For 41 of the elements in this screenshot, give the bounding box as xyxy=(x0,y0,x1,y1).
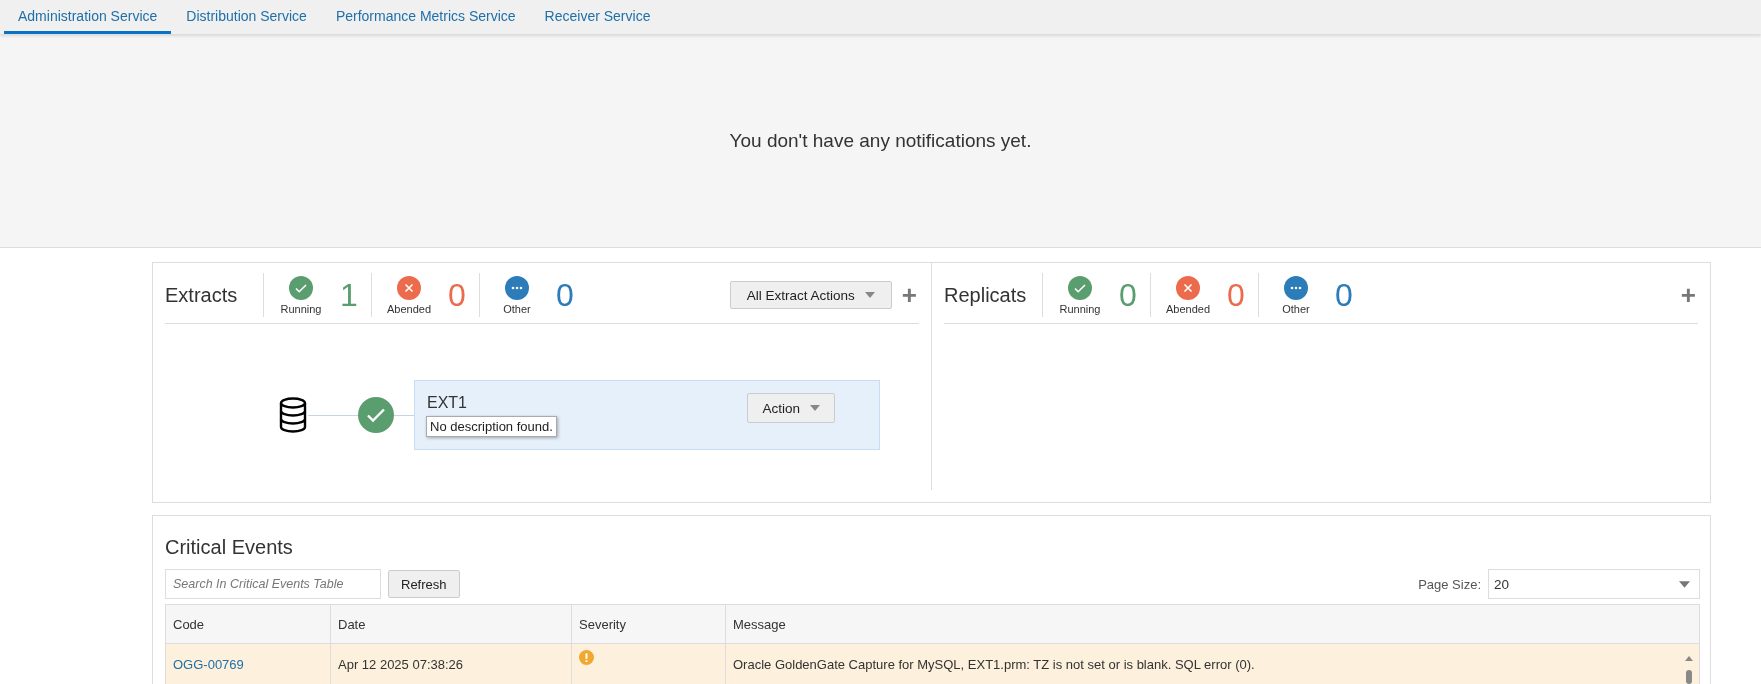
add-button[interactable]: + xyxy=(1678,282,1698,308)
status-label: Running xyxy=(1059,302,1101,315)
status-count: 0 xyxy=(1227,276,1245,314)
status-label: Abended xyxy=(386,302,431,315)
status-label: Other xyxy=(1282,302,1310,315)
column-header: Severity xyxy=(572,605,726,643)
service-tab[interactable]: Performance Metrics Service xyxy=(321,0,530,34)
empty-notifications-message: You don't have any notifications yet. xyxy=(729,129,1032,152)
extract-name: EXT1 xyxy=(427,394,468,412)
status-label: Other xyxy=(503,302,531,315)
status-count: 0 xyxy=(1335,276,1353,314)
actions-dropdown[interactable]: All Extract Actions xyxy=(729,281,892,309)
caret-icon xyxy=(810,405,820,411)
status-count: 0 xyxy=(556,276,574,314)
section-title: Critical Events xyxy=(165,536,293,559)
refresh-button[interactable]: Refresh xyxy=(388,570,460,598)
table-cell: Apr 12 2025 07:38:26 xyxy=(331,644,572,684)
status-count: 0 xyxy=(448,276,466,314)
service-tab[interactable]: Receiver Service xyxy=(530,0,665,34)
event-code-link[interactable]: OGG-00769 xyxy=(173,656,244,672)
column-header: Message xyxy=(732,615,787,634)
column-header: Code xyxy=(166,605,331,643)
caret-icon xyxy=(864,292,875,298)
status-label: Running xyxy=(280,302,322,315)
database-icon xyxy=(278,397,308,433)
page-size-select[interactable]: 20 xyxy=(1488,569,1700,599)
status-count: 0 xyxy=(1119,276,1137,314)
caret-icon xyxy=(1679,581,1690,588)
table-cell-text: Oracle GoldenGate Capture for MySQL, EXT1.prm: TZ is not set or is blank. SQL error (0). xyxy=(732,655,1256,674)
column-header: Date xyxy=(331,605,572,643)
action-dropdown[interactable]: Action xyxy=(747,393,835,423)
extract-card[interactable]: EXT1 Action No description found. xyxy=(414,380,880,450)
search-field[interactable]: Search In Critical Events Table xyxy=(165,569,381,599)
status-label: Abended xyxy=(1165,302,1210,315)
status-count: 1 xyxy=(340,276,358,314)
tooltip: No description found. xyxy=(426,416,557,437)
section-title: Extracts xyxy=(165,283,239,307)
service-tab[interactable]: Distribution Service xyxy=(172,0,321,34)
section-title: Replicats xyxy=(944,283,1028,307)
add-button[interactable]: + xyxy=(899,282,919,308)
page-size-label: Page Size: xyxy=(1418,576,1481,592)
